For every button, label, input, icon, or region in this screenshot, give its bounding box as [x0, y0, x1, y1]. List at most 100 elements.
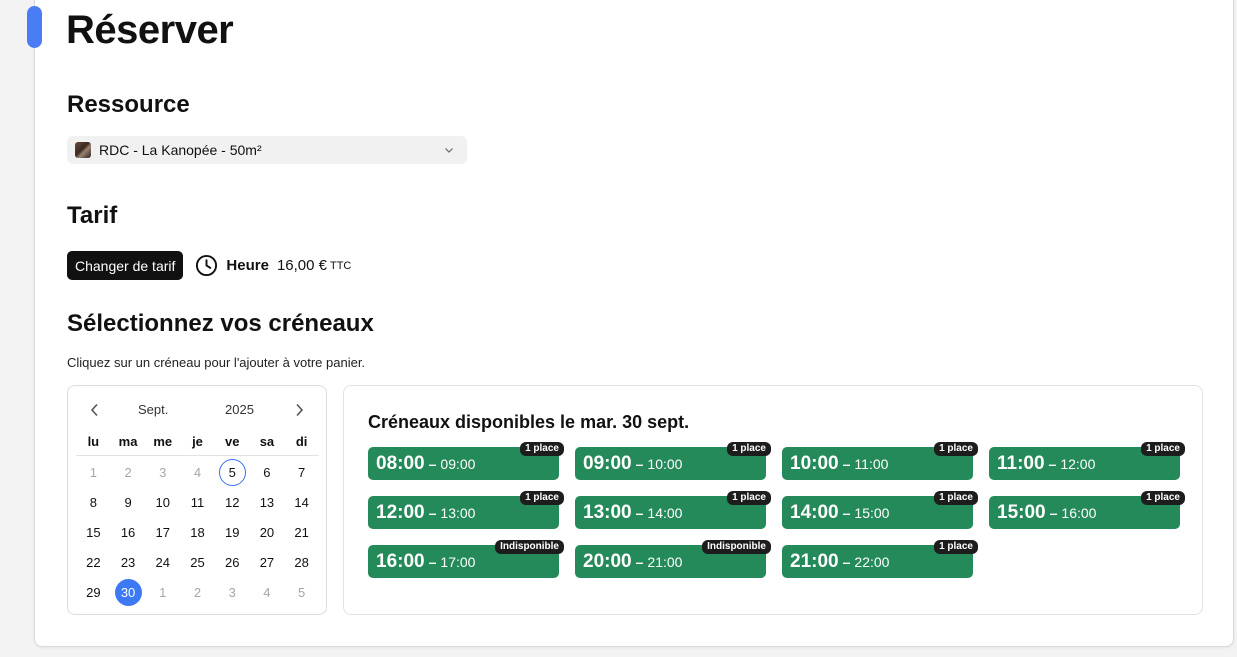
time-slot[interactable]: 14:00–15:00 1 place [782, 491, 978, 529]
weekday-label: ma [118, 434, 138, 449]
chevron-right-icon[interactable] [292, 402, 306, 418]
calendar-day[interactable]: 29 [76, 577, 111, 607]
calendar-day-number: 4 [263, 584, 271, 600]
calendar-day[interactable]: 15 [76, 517, 111, 547]
slot-end-time: 13:00 [440, 504, 476, 521]
calendar-day[interactable]: 12 [215, 487, 250, 517]
calendar-year[interactable]: 2025 [225, 402, 254, 417]
slots-hint: Cliquez sur un créneau pour l'ajouter à … [67, 355, 366, 370]
calendar-day-number: 4 [193, 464, 202, 480]
time-slot[interactable]: 21:00–22:00 1 place [782, 540, 978, 578]
slot-availability-badge: 1 place [520, 491, 564, 505]
calendar-day[interactable]: 2 [180, 577, 215, 607]
calendar-day-number: 2 [124, 464, 132, 480]
slot-availability-badge: 1 place [1141, 442, 1185, 456]
calendar-day-number: 24 [155, 554, 171, 570]
time-slot[interactable]: 16:00–17:00 Indisponible [368, 540, 564, 578]
weekday-label: me [153, 434, 173, 449]
calendar-day[interactable]: 3 [145, 457, 180, 487]
calendar-day[interactable]: 4 [250, 577, 285, 607]
slot-separator: – [635, 504, 644, 521]
slots-title: Créneaux disponibles le mar. 30 sept. [368, 412, 690, 432]
resource-select[interactable]: RDC - La Kanopée - 50m² [67, 136, 467, 164]
slot-end-time: 16:00 [1061, 504, 1097, 521]
calendar-day-number: 15 [86, 524, 101, 540]
slot-end-time: 10:00 [647, 455, 683, 472]
calendar-day[interactable]: 28 [284, 547, 319, 577]
calendar-day[interactable]: 9 [111, 487, 146, 517]
calendar-day-number: 21 [294, 524, 309, 540]
slots-panel: Créneaux disponibles le mar. 30 sept. 08… [343, 385, 1203, 615]
calendar-day-selected[interactable]: 30 [111, 577, 146, 607]
calendar-day[interactable]: 4 [180, 457, 215, 487]
calendar-day[interactable]: 10 [145, 487, 180, 517]
calendar-day-number: 16 [120, 524, 136, 540]
calendar-day[interactable]: 27 [250, 547, 285, 577]
slot-separator: – [635, 553, 644, 570]
calendar-month[interactable]: Sept. [138, 402, 168, 417]
change-tarif-button[interactable]: Changer de tarif [67, 251, 184, 280]
slot-end-time: 22:00 [854, 553, 890, 570]
slot-start-time: 08:00 [376, 452, 425, 474]
calendar-day[interactable]: 20 [250, 517, 285, 547]
resource-heading: Ressource [67, 91, 190, 118]
calendar-day[interactable]: 1 [145, 577, 180, 607]
calendar-day[interactable]: 23 [111, 547, 146, 577]
calendar-day-number: 23 [120, 554, 136, 570]
time-slot[interactable]: 11:00–12:00 1 place [989, 442, 1185, 480]
calendar-day[interactable]: 6 [250, 457, 285, 487]
calendar-day[interactable]: 7 [284, 457, 319, 487]
calendar-day[interactable]: 8 [76, 487, 111, 517]
calendar-day[interactable]: 5 [284, 577, 319, 607]
slot-separator: – [428, 504, 437, 521]
calendar-divider [76, 455, 319, 456]
calendar-day[interactable]: 19 [215, 517, 250, 547]
calendar-day[interactable]: 17 [145, 517, 180, 547]
slot-end-time: 11:00 [854, 455, 889, 472]
calendar-day-number: 5 [218, 458, 246, 486]
calendar-day[interactable]: 1 [76, 457, 111, 487]
time-slot[interactable]: 10:00–11:00 1 place [782, 442, 978, 480]
calendar-day[interactable]: 22 [76, 547, 111, 577]
time-slot[interactable]: 13:00–14:00 1 place [575, 491, 771, 529]
slot-separator: – [635, 455, 644, 472]
calendar-day[interactable]: 26 [215, 547, 250, 577]
time-slot[interactable]: 08:00–09:00 1 place [368, 442, 564, 480]
calendar-day[interactable]: 18 [180, 517, 215, 547]
chevron-left-icon[interactable] [88, 402, 102, 418]
slot-end-time: 21:00 [647, 553, 683, 570]
calendar-day[interactable]: 11 [180, 487, 215, 517]
slot-end-time: 15:00 [854, 504, 890, 521]
calendar-day[interactable]: 24 [145, 547, 180, 577]
page-title: Réserver [66, 8, 234, 52]
time-slot[interactable]: 09:00–10:00 1 place [575, 442, 771, 480]
resource-selected-value: RDC - La Kanopée - 50m² [99, 142, 262, 158]
time-slot[interactable]: 15:00–16:00 1 place [989, 491, 1185, 529]
weekday-label: di [295, 434, 308, 449]
slot-start-time: 11:00 [997, 452, 1045, 474]
slot-end-time: 14:00 [647, 504, 683, 521]
slot-start-time: 20:00 [583, 550, 632, 572]
calendar-day[interactable]: 21 [284, 517, 319, 547]
slot-separator: – [842, 455, 851, 472]
slot-availability-badge: 1 place [727, 442, 771, 456]
weekday-label: sa [259, 434, 275, 449]
slot-end-time: 09:00 [440, 455, 476, 472]
calendar-day[interactable]: 13 [250, 487, 285, 517]
slot-separator: – [428, 553, 437, 570]
slot-availability-badge: 1 place [727, 491, 771, 505]
calendar-day-today[interactable]: 5 [215, 457, 250, 487]
calendar-day-number: 12 [224, 494, 240, 510]
calendar-day-number: 8 [89, 494, 97, 510]
time-slot[interactable]: 12:00–13:00 1 place [368, 491, 564, 529]
calendar-day[interactable]: 2 [111, 457, 146, 487]
time-slot[interactable]: 20:00–21:00 Indisponible [575, 540, 771, 578]
calendar-day[interactable]: 14 [284, 487, 319, 517]
slot-availability-badge: 1 place [934, 540, 978, 554]
calendar-day[interactable]: 3 [215, 577, 250, 607]
slot-start-time: 21:00 [790, 550, 839, 572]
slot-end-time: 17:00 [440, 553, 476, 570]
calendar-day[interactable]: 16 [111, 517, 146, 547]
tax-suffix: TTC [329, 259, 352, 272]
calendar-day[interactable]: 25 [180, 547, 215, 577]
